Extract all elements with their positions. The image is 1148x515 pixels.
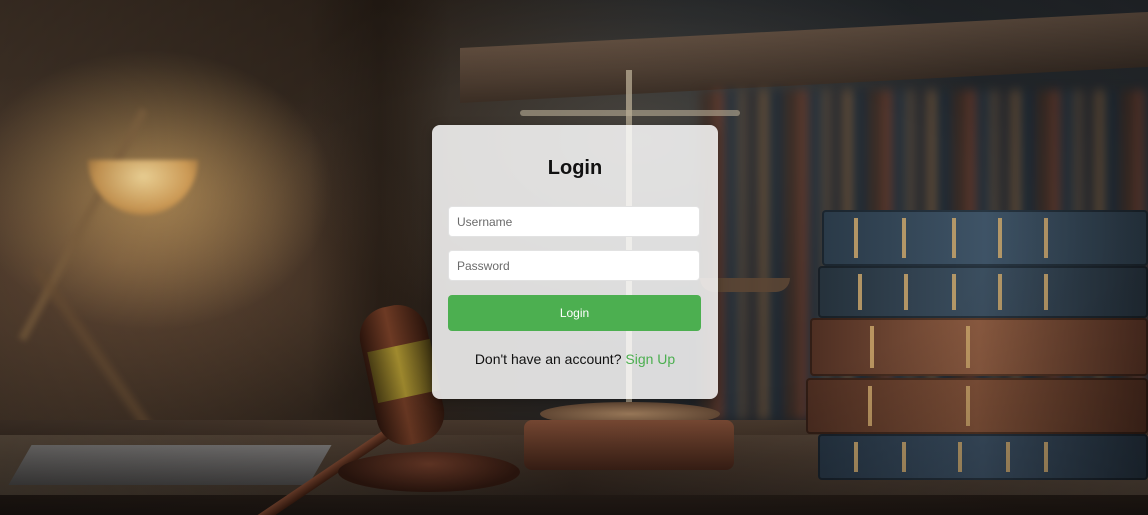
login-button[interactable]: Login — [448, 295, 701, 331]
signup-prompt-line: Don't have an account? Sign Up — [432, 351, 718, 367]
username-input[interactable] — [448, 206, 700, 237]
login-title: Login — [547, 157, 603, 179]
signup-prompt: Don't have an account? — [474, 351, 622, 367]
signup-link[interactable]: Sign Up — [625, 351, 675, 367]
login-card: Login Login Don't have an account? Sign … — [432, 125, 718, 399]
password-input[interactable] — [448, 250, 700, 281]
